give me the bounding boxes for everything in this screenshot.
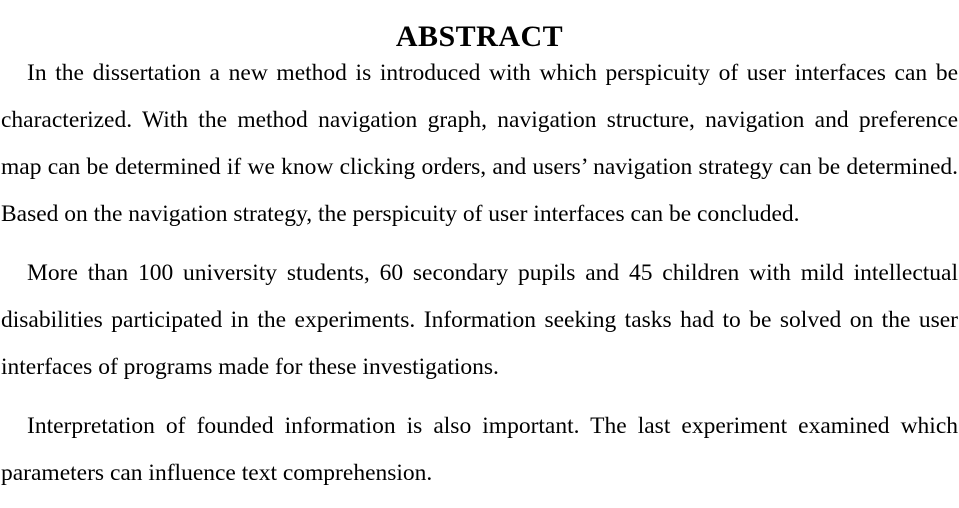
abstract-body: In the dissertation a new method is intr… <box>1 50 958 497</box>
paragraph-1: In the dissertation a new method is intr… <box>1 60 958 227</box>
paragraph-3: Interpretation of founded information is… <box>1 413 958 486</box>
document-page: ABSTRACT In the dissertation a new metho… <box>0 0 959 508</box>
paragraph-2: More than 100 university students, 60 se… <box>1 260 958 380</box>
page-title: ABSTRACT <box>395 20 564 54</box>
